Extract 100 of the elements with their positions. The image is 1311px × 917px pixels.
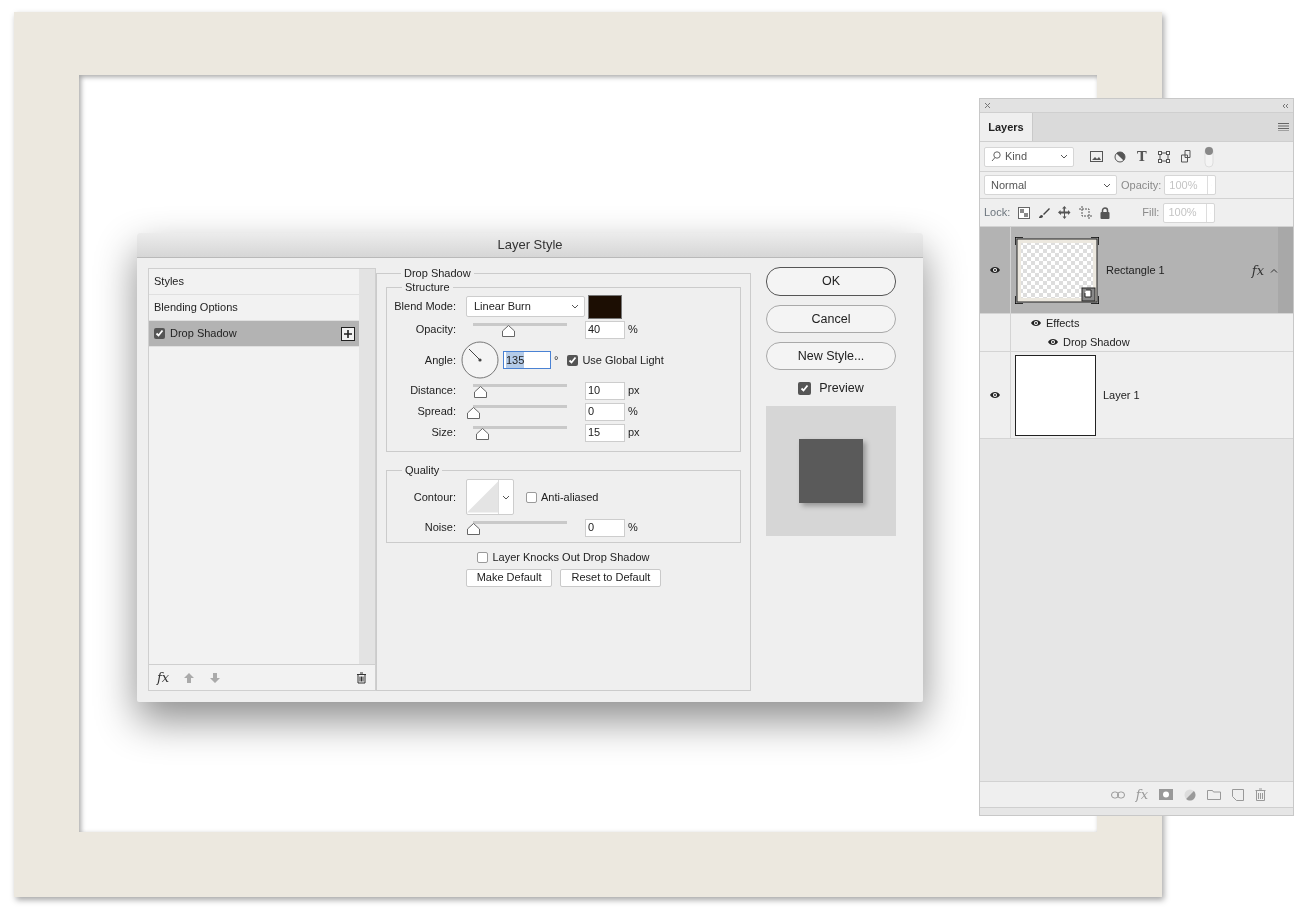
dialog-button[interactable]: Cancel <box>766 305 896 333</box>
type-filter-icon[interactable]: T <box>1137 150 1147 163</box>
field-label: Noise: <box>423 520 456 536</box>
smart-object-filter-icon[interactable] <box>1180 150 1193 163</box>
checkbox-label: Layer Knocks Out Drop Shadow <box>492 550 650 565</box>
filter-dropdown[interactable]: Kind <box>984 146 1074 167</box>
chevron-icon <box>502 494 510 500</box>
field-label: Distance: <box>409 383 456 399</box>
collapse-caret-icon[interactable] <box>1270 267 1278 273</box>
checkbox-label: Anti-aliased <box>541 489 599 505</box>
layer-row[interactable]: Layer 1 <box>980 352 1293 439</box>
eye-icon[interactable] <box>1030 318 1042 329</box>
style-list-item[interactable]: Drop Shadow <box>149 321 359 347</box>
effects-label[interactable]: Effects <box>1046 315 1080 332</box>
checkbox[interactable] <box>154 328 165 339</box>
default-button[interactable]: Reset to Default <box>560 568 662 587</box>
dialog-button[interactable]: OK <box>766 267 896 296</box>
brush-icon[interactable] <box>1038 206 1051 219</box>
adjustment-icon[interactable] <box>1184 788 1196 801</box>
lock-transparent-icon[interactable] <box>1018 206 1031 219</box>
image-filter-icon[interactable] <box>1090 151 1103 162</box>
unit-label: ° <box>554 352 559 368</box>
number-field[interactable]: 10 <box>585 381 625 400</box>
blend-mode-dropdown[interactable]: Linear Burn <box>466 296 585 317</box>
search-icon <box>991 151 1001 162</box>
field-label: Contour: <box>412 489 456 505</box>
panel-tab[interactable]: Layers <box>980 113 1033 141</box>
scroll-thumb[interactable] <box>1278 227 1293 313</box>
filter-toggle[interactable] <box>1203 145 1214 168</box>
checkbox[interactable] <box>526 491 537 503</box>
unit-label: px <box>628 383 640 399</box>
chevron-icon <box>1103 182 1111 188</box>
style-label: Styles <box>154 274 184 290</box>
checkmark-icon <box>568 355 578 365</box>
number-field[interactable]: 15 <box>585 423 625 442</box>
slider-thumb[interactable] <box>467 407 480 419</box>
link-icon[interactable] <box>1110 790 1125 799</box>
chevron-icon <box>571 304 579 309</box>
folder-icon[interactable] <box>1207 789 1221 800</box>
slider-thumb[interactable] <box>476 428 490 440</box>
field-label: Angle: <box>423 352 456 368</box>
checkbox-label: Use Global Light <box>582 352 664 368</box>
default-button[interactable]: Make Default <box>465 568 553 587</box>
plus-icon[interactable] <box>341 326 355 341</box>
field-label: Spread: <box>416 404 456 420</box>
color-swatch[interactable] <box>588 294 622 319</box>
checkmark-icon <box>800 383 810 393</box>
field-label: Lock: <box>984 205 1011 221</box>
dialog-button[interactable]: New Style... <box>766 342 896 370</box>
unit-label: % <box>628 520 638 536</box>
shape-filter-icon[interactable] <box>1157 150 1170 163</box>
field-label: Fill: <box>1142 205 1160 221</box>
number-field[interactable]: 40 <box>585 320 625 339</box>
section-title: Drop Shadow <box>403 266 472 280</box>
style-label: Blending Options <box>154 300 238 316</box>
number-field[interactable]: 0 <box>585 402 625 421</box>
checkmark-icon <box>155 329 164 338</box>
layer-name[interactable]: Rectangle 1 <box>1106 261 1165 279</box>
field-label: Blend Mode: <box>393 299 456 315</box>
slider-thumb[interactable] <box>467 523 480 535</box>
unit-label: px <box>628 425 640 441</box>
preview-square <box>799 438 863 503</box>
menu-icon[interactable] <box>1278 123 1289 131</box>
field-label: Opacity: <box>1121 177 1162 193</box>
collapse-icon[interactable] <box>1281 102 1289 109</box>
angle-field[interactable]: 135 <box>503 351 551 369</box>
trash-icon[interactable] <box>356 671 367 684</box>
blend-mode-dropdown[interactable]: Normal <box>984 175 1117 195</box>
add-style-button[interactable]: fx <box>157 671 170 684</box>
dialog-title: Layer Style <box>497 236 563 255</box>
layer-row[interactable]: Rectangle 1 fx <box>980 227 1293 314</box>
group-title: Quality <box>404 463 441 477</box>
eye-icon[interactable] <box>989 265 1001 275</box>
fx-label: fx <box>1251 263 1264 277</box>
chevron-icon <box>1060 154 1068 159</box>
lock-icon[interactable] <box>1100 206 1111 219</box>
move-icon[interactable] <box>1058 206 1072 219</box>
crop-icon[interactable] <box>1079 206 1093 219</box>
layer-name[interactable]: Layer 1 <box>1103 386 1140 404</box>
unit-label: % <box>628 404 638 420</box>
checkbox-label: Preview <box>819 380 864 397</box>
checkbox[interactable] <box>567 354 579 366</box>
field-label: Size: <box>430 425 456 441</box>
number-field[interactable]: 0 <box>585 518 625 537</box>
eye-icon[interactable] <box>989 390 1001 400</box>
close-icon[interactable] <box>984 102 991 109</box>
new-layer-icon[interactable] <box>1232 788 1244 801</box>
slider-thumb[interactable] <box>474 386 488 398</box>
checkbox[interactable] <box>477 551 489 563</box>
angle-dial[interactable] <box>461 341 499 379</box>
eye-icon[interactable] <box>1047 336 1059 347</box>
slider-thumb[interactable] <box>502 325 516 337</box>
adjustment-filter-icon[interactable] <box>1114 150 1126 163</box>
checkbox[interactable] <box>798 381 812 395</box>
unit-label: % <box>628 322 638 338</box>
mask-icon[interactable] <box>1159 789 1173 800</box>
effect-name[interactable]: Drop Shadow <box>1063 333 1130 350</box>
style-label: Drop Shadow <box>170 326 237 342</box>
group-title: Structure <box>404 280 451 294</box>
field-label: Opacity: <box>414 322 456 338</box>
